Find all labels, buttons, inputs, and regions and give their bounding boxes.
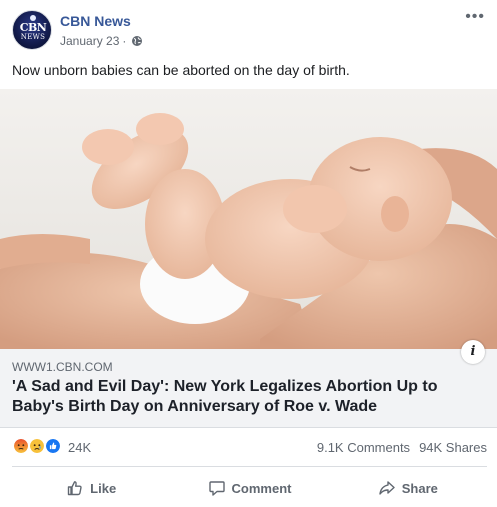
page-name-link[interactable]: CBN News bbox=[60, 13, 131, 29]
share-arrow-icon bbox=[379, 481, 395, 495]
comment-label: Comment bbox=[231, 480, 292, 496]
post-date[interactable]: January 23 bbox=[60, 34, 119, 48]
comment-icon bbox=[208, 481, 225, 496]
link-domain: WWW1.CBN.COM bbox=[12, 360, 113, 374]
avatar-logo-bottom: NEWS bbox=[20, 33, 46, 41]
post-header: CBN NEWS CBN News January 23 · ••• bbox=[12, 9, 487, 54]
link-preview-image[interactable] bbox=[0, 89, 497, 349]
thumbs-up-icon bbox=[67, 481, 82, 496]
facebook-post: CBN NEWS CBN News January 23 · ••• Now u… bbox=[0, 0, 497, 507]
post-actions: Like Comment Share bbox=[12, 472, 487, 504]
stats-divider bbox=[12, 466, 487, 467]
like-label: Like bbox=[90, 480, 117, 496]
engagement-counts: 9.1K Comments 94K Shares bbox=[317, 440, 487, 455]
meta-separator: · bbox=[122, 34, 127, 48]
reaction-count[interactable]: 24K bbox=[68, 440, 91, 455]
post-stats: 24K 9.1K Comments 94K Shares bbox=[12, 437, 487, 459]
share-button[interactable]: Share bbox=[329, 472, 487, 504]
avatar[interactable]: CBN NEWS bbox=[12, 10, 52, 50]
like-button[interactable]: Like bbox=[12, 472, 170, 504]
globe-icon bbox=[132, 36, 143, 46]
more-options-icon[interactable]: ••• bbox=[465, 9, 485, 25]
comment-button[interactable]: Comment bbox=[170, 472, 328, 504]
angry-icon bbox=[12, 437, 30, 455]
link-preview[interactable]: WWW1.CBN.COM 'A Sad and Evil Day': New Y… bbox=[0, 349, 497, 428]
post-meta: January 23 · bbox=[60, 34, 143, 48]
shares-count[interactable]: 94K Shares bbox=[419, 440, 487, 455]
post-caption: Now unborn babies can be aborted on the … bbox=[12, 62, 350, 78]
link-title[interactable]: 'A Sad and Evil Day': New York Legalizes… bbox=[12, 377, 467, 417]
newborn-baby-photo bbox=[0, 113, 497, 349]
sad-icon bbox=[28, 437, 46, 455]
share-label: Share bbox=[401, 480, 438, 496]
info-icon[interactable]: i bbox=[461, 340, 485, 364]
like-icon bbox=[44, 437, 62, 455]
comments-count[interactable]: 9.1K Comments bbox=[317, 440, 410, 455]
